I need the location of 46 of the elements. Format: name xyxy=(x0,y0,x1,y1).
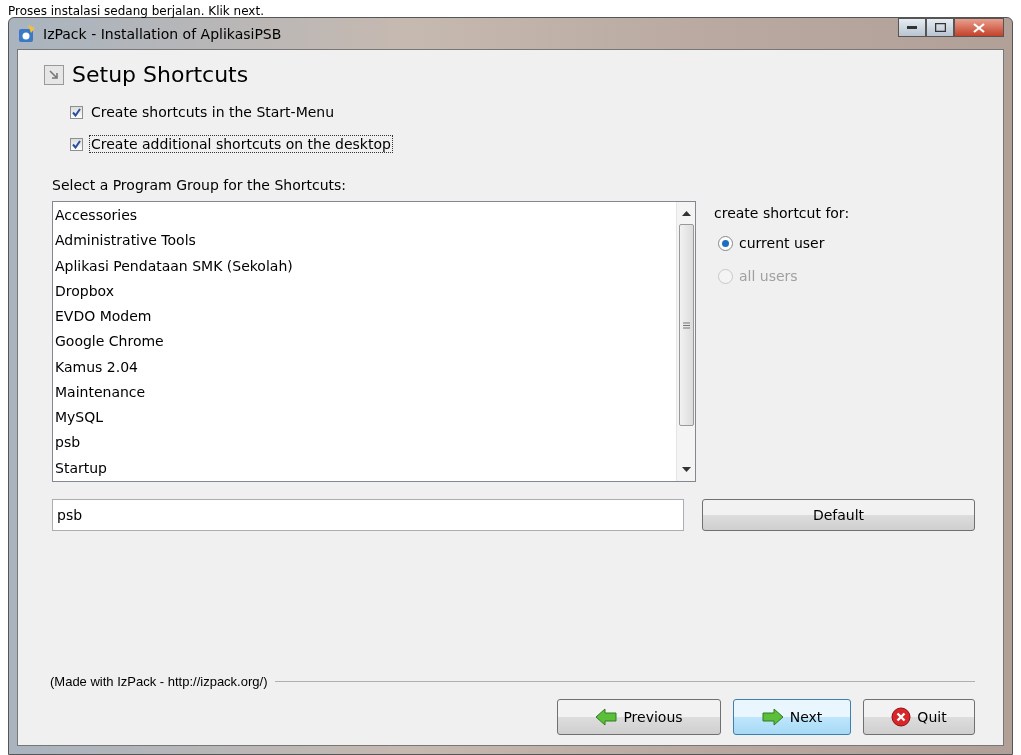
scroll-down-icon[interactable] xyxy=(681,467,691,473)
list-item[interactable]: Maintenance xyxy=(53,379,676,406)
list-item[interactable]: Startup xyxy=(53,455,676,481)
scroll-thumb[interactable] xyxy=(678,224,694,426)
checkbox[interactable] xyxy=(70,137,83,151)
program-group-list[interactable]: Accessories Administrative Tools Aplikasi Pendataan SMK (Sekolah) Dropbox EVDO Modem Google Chrome Kamus 2.04 Maintenance MySQL psb Startup xyxy=(52,201,696,482)
list-item[interactable]: Dropbox xyxy=(53,278,676,305)
maximize-icon xyxy=(934,23,946,32)
shortcut-for-label: create shortcut for: xyxy=(714,205,850,221)
next-button[interactable]: Next xyxy=(733,699,851,735)
checkbox-label: Create shortcuts in the Start-Menu xyxy=(90,103,336,121)
list-item[interactable]: EVDO Modem xyxy=(53,304,676,330)
list-item[interactable]: MySQL xyxy=(53,405,676,431)
list-item[interactable]: Aplikasi Pendataan SMK (Sekolah) xyxy=(53,253,676,279)
program-group-field[interactable]: psb xyxy=(52,499,684,531)
maximize-button[interactable] xyxy=(926,18,954,37)
installer-icon xyxy=(17,23,37,44)
close-icon xyxy=(891,707,912,727)
window-title: IzPack - Installation of AplikasiPSB xyxy=(43,25,282,42)
list-item[interactable]: Kamus 2.04 xyxy=(53,354,676,380)
scrollbar[interactable] xyxy=(676,202,695,481)
list-item[interactable]: Google Chrome xyxy=(53,329,676,355)
left-arrow-icon xyxy=(595,708,618,726)
close-icon xyxy=(973,22,985,33)
minimize-button[interactable] xyxy=(898,18,926,37)
radio-button[interactable] xyxy=(718,235,733,251)
footer-text: (Made with IzPack - http://izpack.org/) xyxy=(50,674,268,689)
right-arrow-icon xyxy=(761,708,784,726)
program-group-label: Select a Program Group for the Shortcuts: xyxy=(52,177,348,193)
list-item[interactable]: psb xyxy=(53,430,676,456)
previous-button[interactable]: Previous xyxy=(557,699,721,735)
list-item[interactable]: Administrative Tools xyxy=(53,228,676,254)
shortcut-icon xyxy=(44,64,64,85)
default-button[interactable]: Default xyxy=(702,499,975,531)
quit-button[interactable]: Quit xyxy=(863,699,975,735)
panel-title: Setup Shortcuts xyxy=(72,62,249,87)
grip-icon xyxy=(682,321,690,329)
close-button[interactable] xyxy=(954,18,1004,37)
radio-label: all users xyxy=(739,268,798,284)
scroll-up-icon[interactable] xyxy=(681,210,691,216)
checkbox[interactable] xyxy=(70,105,83,119)
checkbox-label: Create additional shortcuts on the desktop xyxy=(89,135,393,153)
list-item[interactable]: Accessories xyxy=(53,203,676,229)
radio-label: current user xyxy=(739,235,825,251)
minimize-icon xyxy=(907,25,917,30)
caption-text: Proses instalasi sedang berjalan. Klik next. xyxy=(8,3,264,20)
